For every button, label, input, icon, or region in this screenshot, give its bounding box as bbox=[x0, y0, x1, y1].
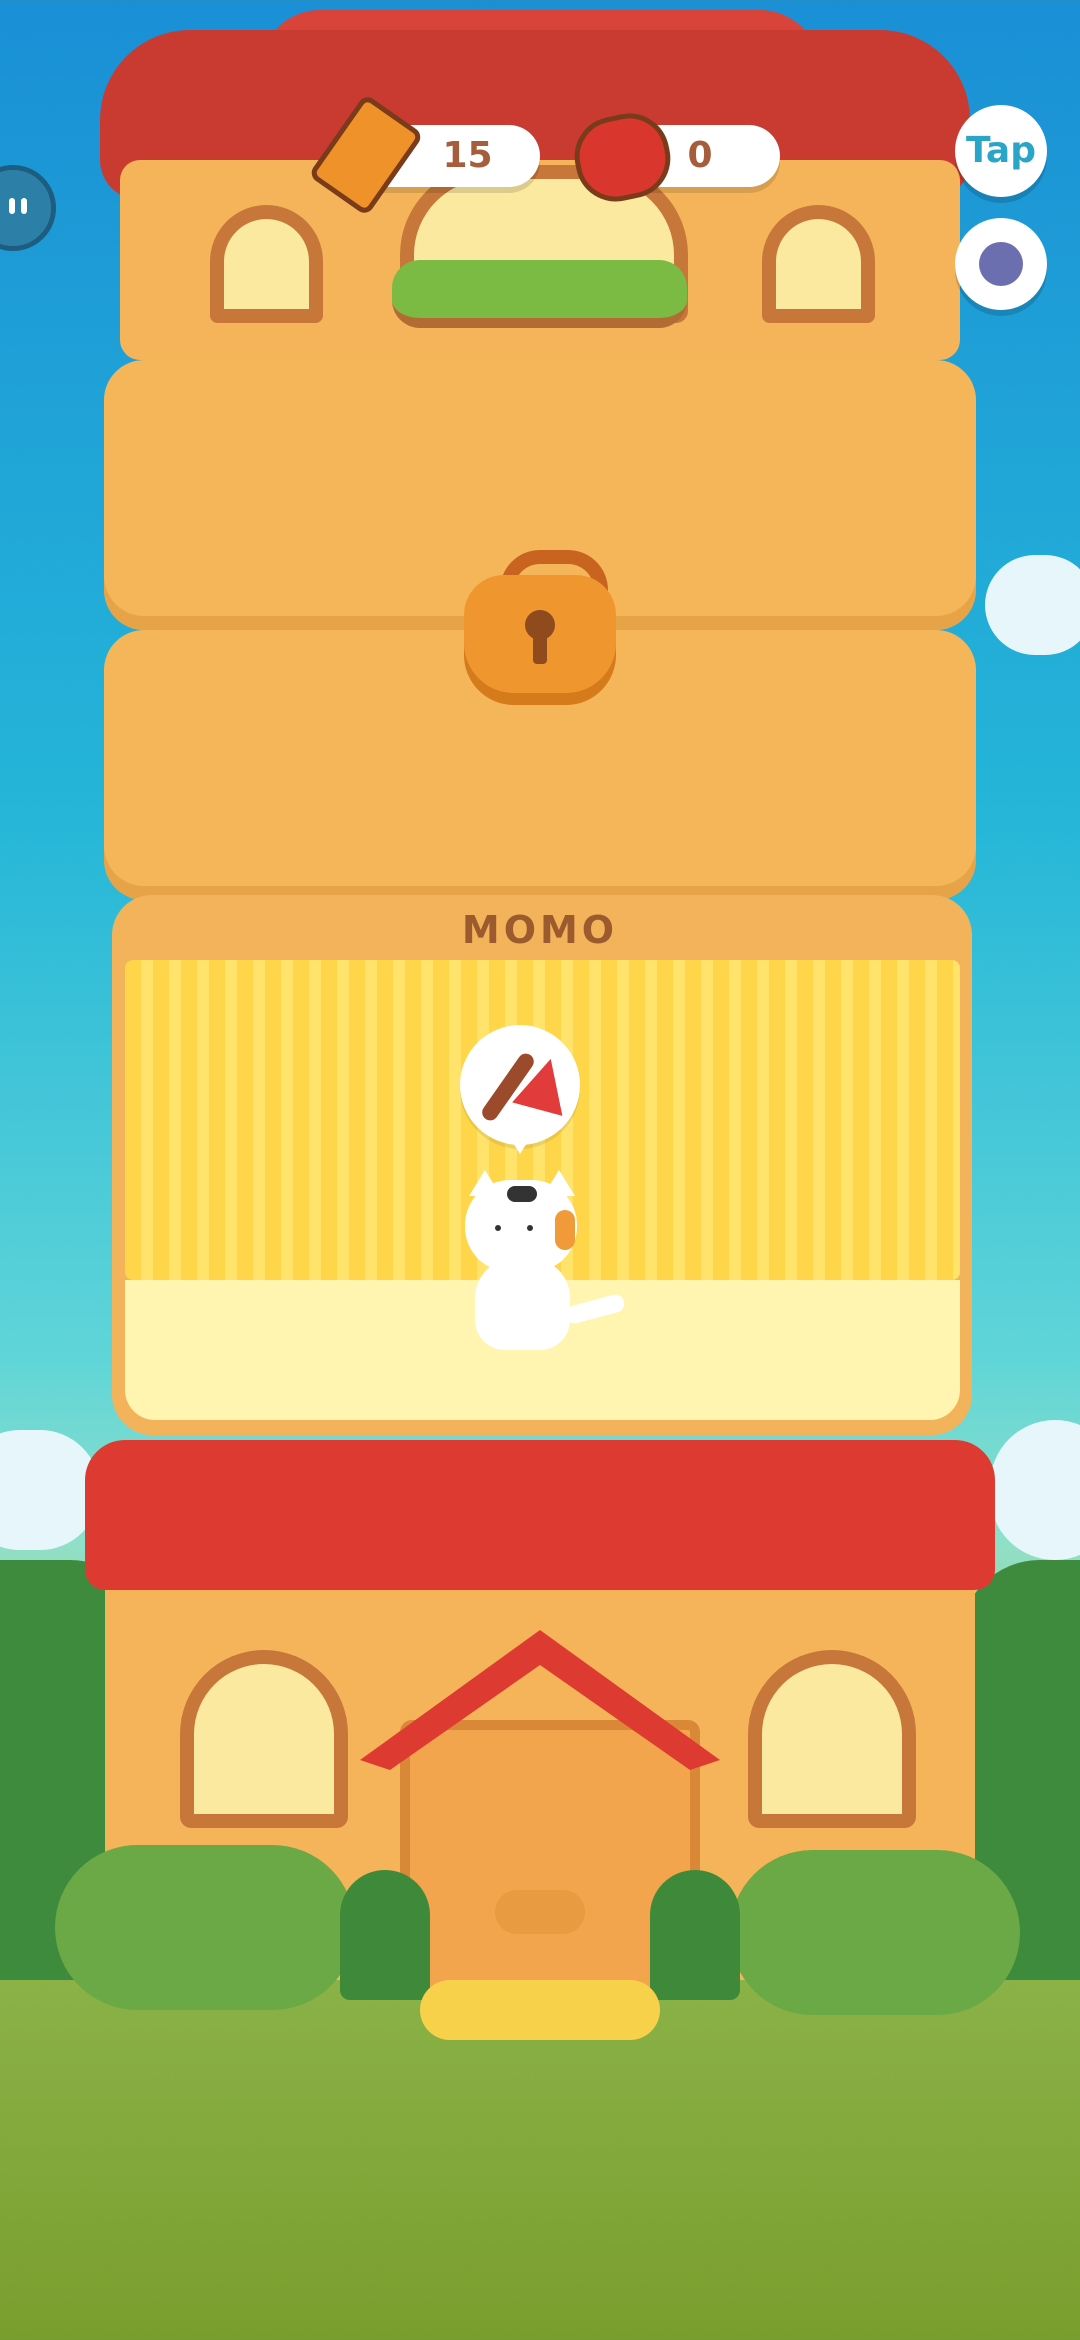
can-count: 0 bbox=[687, 135, 713, 176]
cat-ear-right bbox=[543, 1170, 575, 1196]
cat-eyes bbox=[495, 1225, 501, 1231]
paw-print-icon bbox=[420, 1980, 660, 2040]
cloud-right-low bbox=[990, 1420, 1080, 1560]
bush-left bbox=[55, 1845, 355, 2010]
window-right bbox=[748, 1650, 916, 1828]
cat-tail bbox=[563, 1292, 627, 1326]
cat-patch-dark bbox=[507, 1186, 537, 1202]
cat-character[interactable] bbox=[455, 1170, 635, 1350]
chat-bubble-icon bbox=[9, 198, 15, 214]
flower-box bbox=[392, 260, 687, 328]
plant-left bbox=[340, 1870, 430, 2000]
gear-icon bbox=[979, 242, 1023, 286]
door-roof bbox=[360, 1630, 720, 1770]
attic-window-right bbox=[762, 205, 875, 323]
attic-window-left bbox=[210, 205, 323, 323]
window-left bbox=[180, 1650, 348, 1828]
tap-button[interactable]: Tap bbox=[955, 105, 1047, 197]
speech-bubble-tail bbox=[510, 1138, 530, 1154]
awning bbox=[85, 1440, 995, 1590]
settings-button[interactable] bbox=[955, 218, 1047, 310]
bush-right bbox=[730, 1850, 1020, 2015]
plant-right bbox=[650, 1870, 740, 2000]
room-nameplate: MOMO bbox=[461, 908, 619, 952]
keyhole-slot bbox=[533, 630, 547, 664]
tap-label: Tap bbox=[966, 130, 1036, 171]
cat-body bbox=[475, 1258, 570, 1350]
fish-icon bbox=[495, 1890, 585, 1934]
cat-ear-left bbox=[469, 1170, 501, 1196]
cat-patch-orange bbox=[555, 1210, 575, 1250]
side-chat-button[interactable] bbox=[0, 165, 56, 251]
cloud-right bbox=[985, 555, 1080, 655]
